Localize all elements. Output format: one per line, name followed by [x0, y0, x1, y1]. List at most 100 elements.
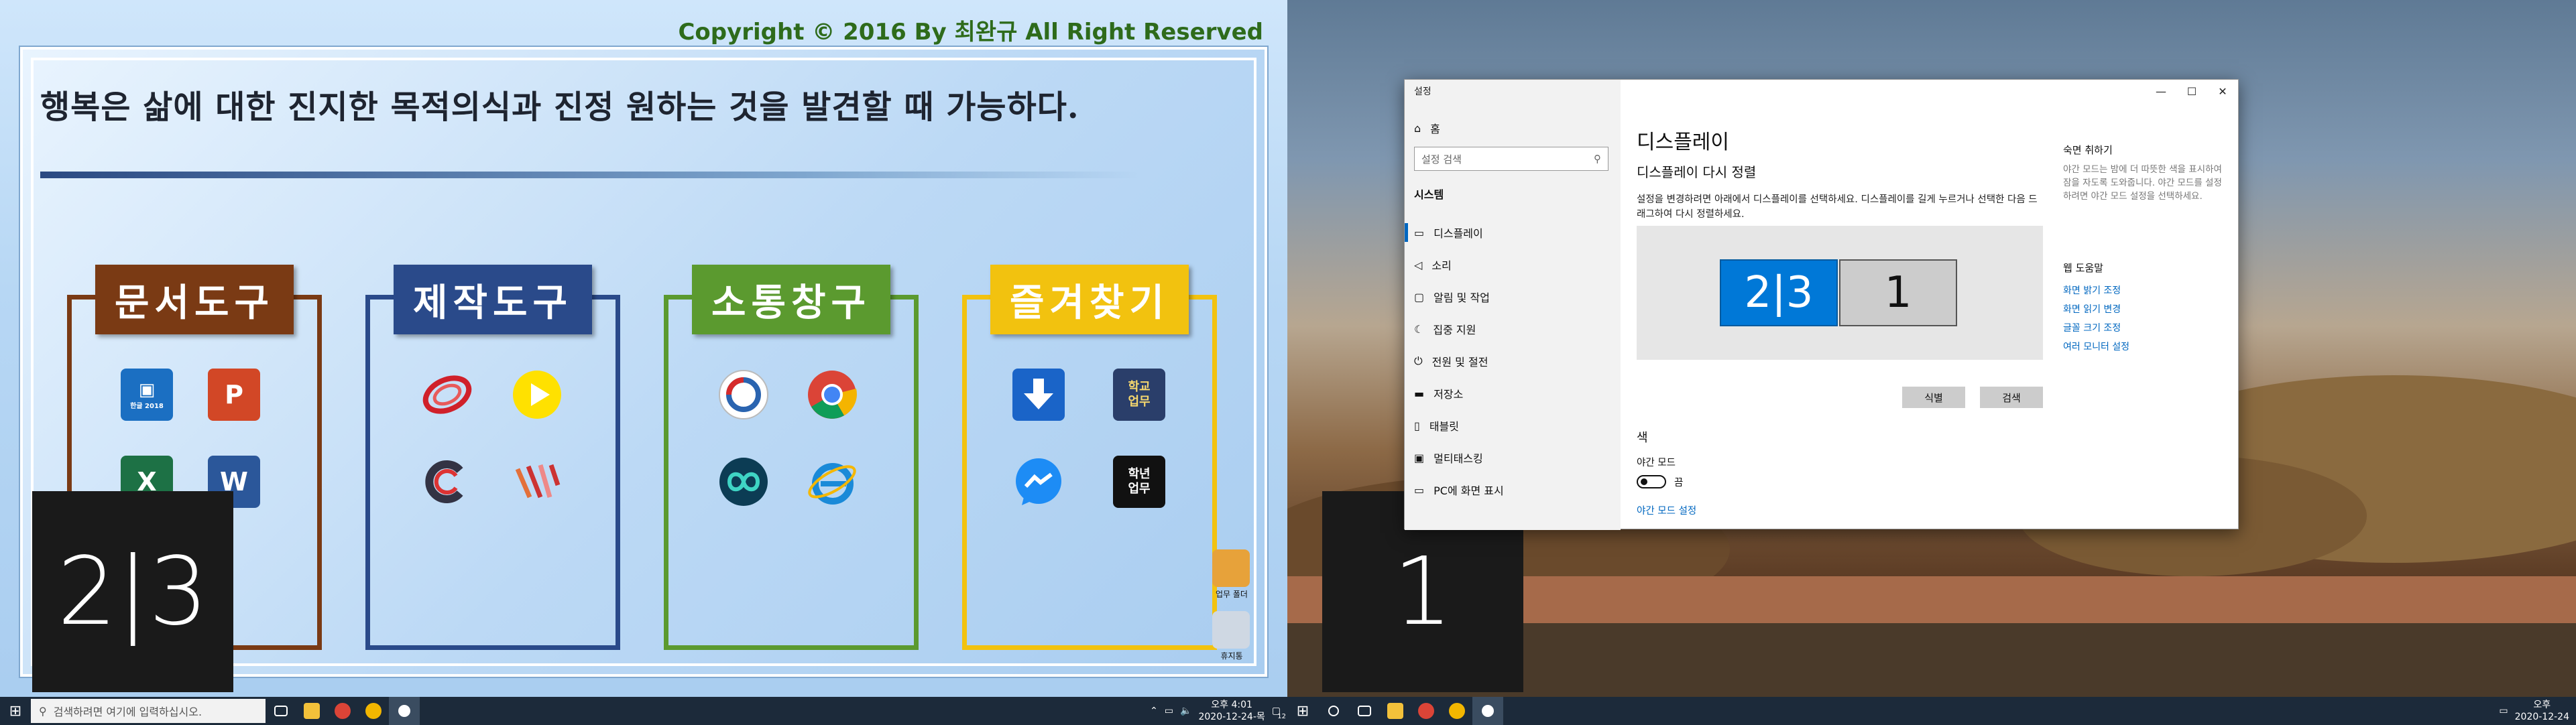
nav-item-storage[interactable]: ▬ 저장소: [1414, 380, 1463, 407]
system-tray-left: ⌃ ▭ 🔈 오후 4:01 2020-12-24-목 ▢ 12: [1150, 697, 1286, 725]
window-controls: — ☐ ✕: [2146, 80, 2238, 103]
night-mode-settings-link[interactable]: 야간 모드 설정: [1637, 503, 1696, 517]
work-folder-label: 업무 폴더: [1216, 590, 1248, 599]
search-icon: ⚲: [39, 704, 47, 718]
night-mode-state: 끔: [1674, 478, 1684, 488]
clock-time-right: 오후: [2533, 700, 2551, 710]
rearrange-heading: 디스플레이 다시 정렬: [1637, 164, 1757, 180]
help-link-font-size[interactable]: 글꼴 크기 조정: [2063, 321, 2121, 334]
app-swirl-icon[interactable]: [421, 369, 473, 421]
nav-item-project[interactable]: ▭ PC에 화면 표시: [1414, 476, 1504, 503]
settings-window-title: 설정: [1414, 86, 1431, 97]
category-box-production: [365, 295, 620, 650]
task-view-icon[interactable]: [266, 697, 296, 725]
nav-item-label: 저장소: [1433, 388, 1464, 401]
page-title: 디스플레이: [1637, 131, 1729, 154]
power-icon: ⏻: [1414, 354, 1423, 367]
nav-item-notifications[interactable]: ▢ 알림 및 작업: [1414, 283, 1490, 310]
messenger-icon[interactable]: [1012, 456, 1065, 508]
notification-icon[interactable]: ▢ 12: [1272, 706, 1286, 720]
recycle-bin-icon[interactable]: [1212, 611, 1250, 649]
settings-taskbar-icon[interactable]: [389, 697, 420, 725]
nav-item-label: 멀티태스킹: [1433, 452, 1483, 465]
work-folder-icon[interactable]: [1212, 549, 1250, 587]
motto-underline: [40, 172, 1140, 178]
academic-work-icon[interactable]: 학년 업무: [1113, 456, 1165, 508]
nav-item-tablet[interactable]: ▯ 태블릿: [1414, 412, 1459, 439]
app-taskbar-icon[interactable]: [358, 697, 389, 725]
app-taskbar-icon-right[interactable]: [1442, 697, 1472, 725]
nav-item-power[interactable]: ⏻ 전원 및 절전: [1414, 348, 1488, 375]
moon-icon: ☾: [1414, 322, 1424, 336]
category-title-communication: 소통창구: [692, 265, 890, 334]
start-button[interactable]: ⊞: [0, 697, 31, 725]
settings-search-input[interactable]: 설정 검색 ⚲: [1414, 147, 1608, 171]
monitor-tile-2-3[interactable]: 2|3: [1720, 259, 1838, 326]
taskbar-right: ⊞ ▭ 오후 2020-12-24: [1287, 697, 2576, 725]
app-stripes-icon[interactable]: [511, 456, 563, 508]
network-icon-right[interactable]: ▭: [2499, 706, 2508, 716]
copyright-text: Copyright © 2016 By 최완규 All Right Reserv…: [678, 19, 1263, 46]
download-icon[interactable]: [1012, 369, 1065, 421]
clock-left[interactable]: 오후 4:01 2020-12-24-목: [1198, 699, 1265, 723]
chrome-taskbar-icon-right[interactable]: [1411, 697, 1442, 725]
system-tray-right: ▭ 오후 2020-12-24: [2499, 697, 2569, 725]
settings-nav-pane: 설정 ⌂ 홈 설정 검색 ⚲ 시스템 ▭ 디스플레이 ◁ 소리 ▢ 알림 및 작업 ☾…: [1405, 80, 1621, 530]
nav-item-display[interactable]: ▭ 디스플레이: [1414, 219, 1483, 246]
settings-window: 설정 ⌂ 홈 설정 검색 ⚲ 시스템 ▭ 디스플레이 ◁ 소리 ▢ 알림 및 작업 ☾…: [1404, 79, 2239, 530]
app-c-shape-icon[interactable]: [421, 456, 473, 508]
minimize-button[interactable]: —: [2146, 80, 2176, 103]
identify-button[interactable]: 식별: [1902, 387, 1965, 408]
left-monitor-desktop: Copyright © 2016 By 최완규 All Right Reserv…: [0, 0, 1287, 725]
task-view-icon-right[interactable]: [1349, 697, 1380, 725]
file-explorer-icon[interactable]: [296, 697, 327, 725]
sleep-heading: 숙면 취하기: [2063, 144, 2113, 156]
category-box-favorites: [962, 295, 1217, 650]
tray-chevron-icon[interactable]: ⌃: [1150, 706, 1158, 716]
file-explorer-icon-right[interactable]: [1380, 697, 1411, 725]
search-icon-right[interactable]: [1318, 697, 1349, 725]
help-link-brightness[interactable]: 화면 밝기 조정: [2063, 283, 2121, 297]
gov-emblem-icon[interactable]: [717, 369, 770, 421]
powerpoint-icon[interactable]: P: [208, 369, 260, 421]
color-heading: 색: [1637, 431, 1648, 445]
clock-date-right: 2020-12-24: [2514, 712, 2569, 722]
chrome-icon[interactable]: [806, 369, 858, 421]
internet-explorer-icon[interactable]: [806, 456, 858, 508]
settings-titlebar[interactable]: 설정: [1405, 80, 1621, 103]
category-title-documents: 문서도구: [95, 265, 294, 334]
monitor-tile-1[interactable]: 1: [1839, 259, 1957, 326]
settings-taskbar-icon-right[interactable]: [1472, 697, 1503, 725]
motto-text: 행복은 삶에 대한 진지한 목적의식과 진정 원하는 것을 발견할 때 가능하다…: [40, 88, 1079, 126]
nav-item-label: 전원 및 절전: [1431, 356, 1488, 369]
network-icon[interactable]: ▭: [1165, 706, 1173, 716]
night-mode-toggle[interactable]: [1637, 475, 1666, 488]
nav-selection-indicator: [1405, 223, 1408, 242]
media-player-icon[interactable]: [511, 369, 563, 421]
help-link-screen-reading[interactable]: 화면 읽기 변경: [2063, 302, 2121, 316]
category-box-communication: [664, 295, 919, 650]
nav-home[interactable]: ⌂ 홈: [1414, 115, 1440, 141]
maximize-button[interactable]: ☐: [2176, 80, 2207, 103]
nav-item-sound[interactable]: ◁ 소리: [1414, 251, 1452, 278]
taskbar-search-placeholder: 검색하려면 여기에 입력하십시오.: [53, 706, 202, 718]
hangul-icon[interactable]: ▣ 한글 2018: [121, 369, 173, 421]
chrome-taskbar-icon[interactable]: [327, 697, 358, 725]
display-arrangement-area[interactable]: 2|3 1: [1637, 226, 2043, 360]
category-title-favorites: 즐겨찾기: [990, 265, 1189, 334]
help-link-multi-monitor[interactable]: 여러 모니터 설정: [2063, 340, 2129, 353]
start-button-right[interactable]: ⊞: [1287, 697, 1318, 725]
detect-button[interactable]: 검색: [1980, 387, 2043, 408]
display-identifier-overlay: 2|3: [32, 491, 233, 692]
nav-item-focus-assist[interactable]: ☾ 집중 지원: [1414, 316, 1476, 342]
app-infinity-icon[interactable]: [717, 456, 770, 508]
project-icon: ▭: [1414, 483, 1425, 497]
taskbar-search[interactable]: ⚲ 검색하려면 여기에 입력하십시오.: [31, 699, 266, 723]
school-work-icon[interactable]: 학교 업무: [1113, 369, 1165, 421]
volume-icon[interactable]: 🔈: [1180, 706, 1191, 716]
nav-item-multitasking[interactable]: ▣ 멀티태스킹: [1414, 444, 1483, 471]
nav-item-label: 알림 및 작업: [1433, 291, 1490, 304]
clock-right[interactable]: 오후 2020-12-24: [2515, 699, 2569, 723]
night-mode-label: 야간 모드: [1637, 458, 1676, 468]
close-button[interactable]: ✕: [2207, 80, 2238, 103]
